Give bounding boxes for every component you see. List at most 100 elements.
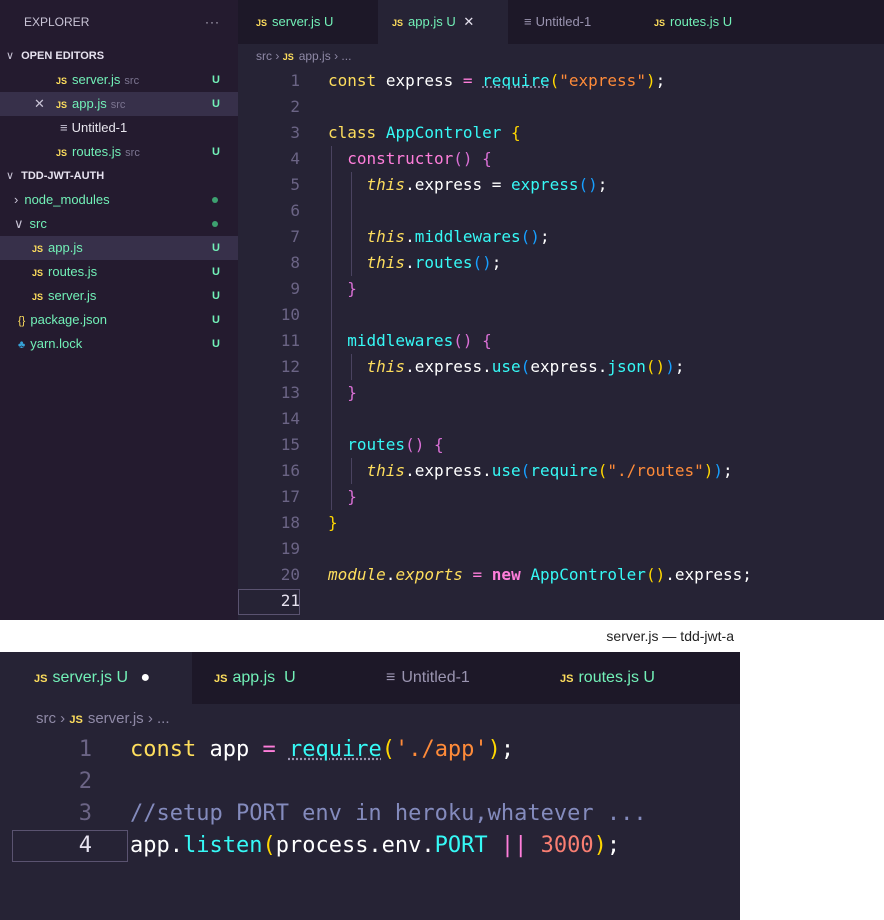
js-file-icon: JS xyxy=(282,52,294,62)
tab-untitled-1[interactable]: ≡ Untitled-1 xyxy=(508,0,638,44)
git-status: U xyxy=(212,74,220,86)
open-editor-untitled-1[interactable]: ≡ Untitled-1 xyxy=(0,116,238,140)
js-file-icon: JS xyxy=(34,673,48,685)
code-line: class AppControler { xyxy=(328,123,521,142)
breadcrumb-folder[interactable]: src xyxy=(256,49,272,63)
line-number: 15 xyxy=(280,435,300,454)
chevron-down-icon: ∨ xyxy=(6,50,15,62)
tab-app-js[interactable]: JS app.js U xyxy=(192,652,362,704)
js-file-icon: JS xyxy=(256,18,268,28)
js-file-icon: JS xyxy=(32,244,44,254)
code-line: //setup PORT env in heroku,whatever ... xyxy=(130,801,647,826)
code-line: const app = require('./app'); xyxy=(130,737,515,762)
chevron-right-icon: › xyxy=(14,192,19,207)
file-name: yarn.lock xyxy=(30,336,83,351)
line-number: 17 xyxy=(280,487,300,506)
file-dir: src xyxy=(110,99,126,111)
code-line: this.routes(); xyxy=(366,253,502,272)
line-number: 9 xyxy=(290,279,300,298)
code-line: routes() { xyxy=(347,435,444,454)
tree-item-routes-js[interactable]: JS routes.js U xyxy=(0,260,238,284)
tab-label: routes.js xyxy=(670,14,720,29)
editor-tab-bar: JS server.js U JS app.js U ✕ ≡ Untitled-1 J… xyxy=(238,0,884,44)
breadcrumb-folder[interactable]: src xyxy=(36,710,56,727)
open-editors-label: OPEN EDITORS xyxy=(21,50,105,62)
code-line: middlewares() { xyxy=(347,331,492,350)
line-number: 20 xyxy=(280,565,300,584)
tab-server-js[interactable]: JS server.js U xyxy=(238,0,378,44)
tab-untitled-1[interactable]: ≡ Untitled-1 xyxy=(362,652,534,704)
chevron-down-icon: ∨ xyxy=(6,170,15,182)
tree-item-yarn-lock[interactable]: ♣ yarn.lock U xyxy=(0,332,238,356)
file-name: app.js xyxy=(48,240,83,255)
tab-app-js[interactable]: JS app.js U ✕ xyxy=(378,0,508,44)
code-editor-app-js[interactable]: 1 2 3 4 5 6 7 8 9 10 11 12 13 14 15 16 1… xyxy=(238,68,884,620)
code-line: constructor() { xyxy=(347,149,492,168)
code-line: const express = require("express"); xyxy=(328,71,666,90)
line-number: 13 xyxy=(280,383,300,402)
file-name: routes.js xyxy=(72,144,122,159)
tab-status: U xyxy=(446,14,456,29)
code-line: this.express.use(express.json()); xyxy=(366,357,685,376)
code-line: this.middlewares(); xyxy=(366,227,550,246)
line-number: 10 xyxy=(280,305,300,324)
folder-name: node_modules xyxy=(24,192,110,207)
close-icon[interactable]: ✕ xyxy=(34,92,45,116)
git-status: U xyxy=(212,242,220,254)
code-line: this.express.use(require("./routes")); xyxy=(366,461,733,480)
chevron-right-icon: › xyxy=(60,710,70,727)
file-name: Untitled-1 xyxy=(71,120,128,135)
tab-label: Untitled-1 xyxy=(535,14,592,29)
window-title-bar: server.js — tdd-jwt-a xyxy=(0,620,740,652)
line-number: 3 xyxy=(78,801,92,826)
breadcrumb: src › JS app.js › ... xyxy=(238,44,884,68)
line-number: 11 xyxy=(280,331,300,350)
chevron-right-icon: › xyxy=(275,49,283,63)
unsaved-dot-icon[interactable]: ● xyxy=(141,669,151,686)
open-editor-server-js[interactable]: JS server.js src U xyxy=(0,68,238,92)
tree-item-node-modules[interactable]: › node_modules xyxy=(0,188,238,212)
project-section[interactable]: ∨ TDD-JWT-AUTH xyxy=(0,164,238,188)
js-file-icon: JS xyxy=(654,18,666,28)
tree-item-src[interactable]: ∨ src xyxy=(0,212,238,236)
js-file-icon: JS xyxy=(32,292,44,302)
chevron-right-icon: › xyxy=(147,710,158,727)
code-editor-server-js[interactable]: 1 2 3 4 const app = require('./app'); //… xyxy=(0,734,740,920)
tab-server-js[interactable]: JS server.js U ● xyxy=(0,652,192,704)
breadcrumb-file[interactable]: server.js xyxy=(88,710,144,727)
tab-routes-js[interactable]: JS routes.js U xyxy=(638,0,768,44)
breadcrumb-rest[interactable]: ... xyxy=(341,49,351,63)
tab-status: U xyxy=(324,14,334,29)
close-icon[interactable]: ✕ xyxy=(463,14,474,29)
breadcrumb-file[interactable]: app.js xyxy=(299,49,331,63)
project-label: TDD-JWT-AUTH xyxy=(21,170,105,182)
explorer-sidebar: EXPLORER ··· ∨ OPEN EDITORS JS server.js s… xyxy=(0,0,238,620)
js-file-icon: JS xyxy=(56,100,68,110)
tab-label: Untitled-1 xyxy=(401,669,470,686)
tab-routes-js[interactable]: JS routes.js U xyxy=(534,652,718,704)
chevron-down-icon: ∨ xyxy=(14,216,24,231)
more-actions-icon[interactable]: ··· xyxy=(205,0,220,44)
file-name: server.js xyxy=(48,288,97,303)
tree-item-package-json[interactable]: {} package.json U xyxy=(0,308,238,332)
tab-status: U xyxy=(643,669,655,686)
open-editors-section[interactable]: ∨ OPEN EDITORS xyxy=(0,44,238,68)
line-number: 16 xyxy=(280,461,300,480)
code-line: } xyxy=(347,279,357,298)
open-editor-routes-js[interactable]: JS routes.js src U xyxy=(0,140,238,164)
line-number: 3 xyxy=(290,123,300,142)
line-number: 8 xyxy=(290,253,300,272)
code-line: app.listen(process.env.PORT || 3000); xyxy=(130,833,621,858)
js-file-icon: JS xyxy=(392,18,404,28)
open-editor-app-js[interactable]: ✕ JS app.js src U xyxy=(0,92,238,116)
js-file-icon: JS xyxy=(56,148,68,158)
tree-item-app-js[interactable]: JS app.js U xyxy=(0,236,238,260)
tab-label: app.js xyxy=(408,14,443,29)
line-number: 21 xyxy=(280,591,300,610)
breadcrumb: src › JS server.js › ... xyxy=(0,704,740,734)
breadcrumb-rest[interactable]: ... xyxy=(157,710,170,727)
js-file-icon: JS xyxy=(214,673,228,685)
git-status: U xyxy=(212,338,220,350)
bottom-editor-window: JS server.js U ● JS app.js U ≡ Untitled-1 J… xyxy=(0,652,740,920)
tree-item-server-js[interactable]: JS server.js U xyxy=(0,284,238,308)
